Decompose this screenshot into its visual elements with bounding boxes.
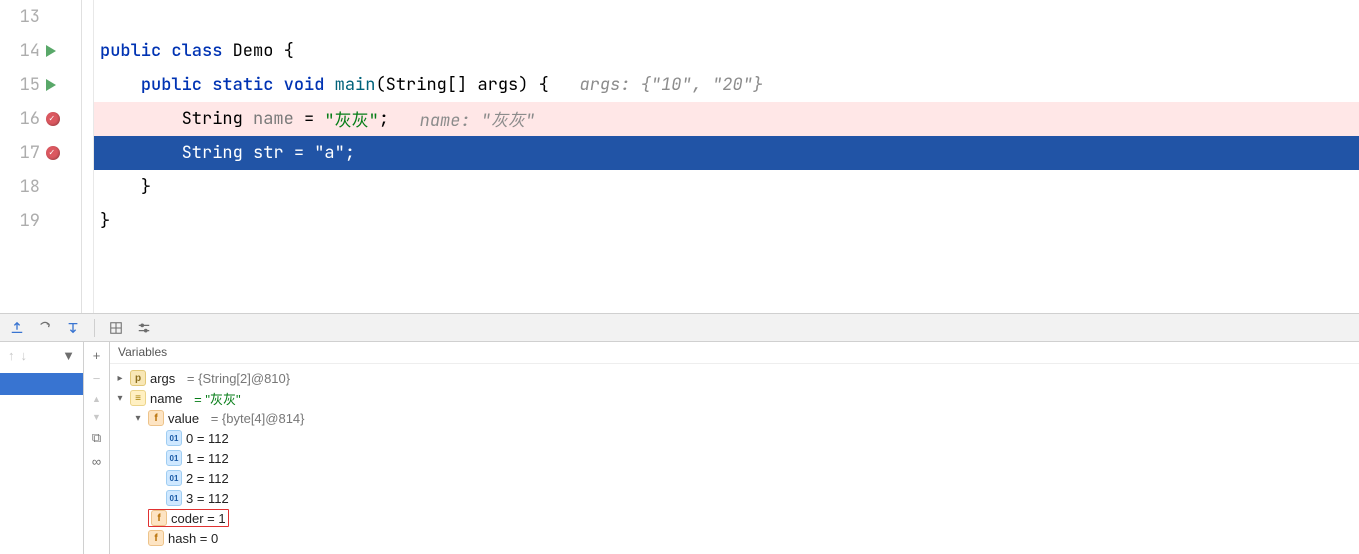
- variables-pane: Variables ▸ p args = {String[2]@810} ▾ ≡…: [110, 342, 1359, 554]
- expander-icon[interactable]: ▾: [132, 413, 144, 424]
- var-name: str: [253, 142, 294, 164]
- byte-var-icon: 01: [166, 430, 182, 446]
- editor-gutter: 13 14 15 16 17 18 19: [0, 0, 82, 313]
- field-var-icon: f: [151, 510, 167, 526]
- glasses-icon[interactable]: ∞: [92, 454, 101, 469]
- op: =: [294, 142, 314, 164]
- frames-column: ↑ ↓ ▼: [0, 342, 84, 554]
- variables-tree[interactable]: ▸ p args = {String[2]@810} ▾ ≡ name = "灰…: [110, 364, 1359, 552]
- variables-header: Variables: [110, 342, 1359, 364]
- debug-toolbar: [0, 314, 1359, 342]
- remove-watch-icon[interactable]: −: [93, 371, 101, 386]
- string-literal: "灰灰": [324, 106, 378, 132]
- var-label: 2 = 112: [186, 471, 229, 486]
- param-name: args: [477, 74, 518, 96]
- expander-icon[interactable]: ▾: [114, 393, 126, 404]
- var-value: = {byte[4]@814}: [211, 411, 305, 426]
- semi: ;: [379, 108, 389, 130]
- keyword: void: [284, 74, 335, 96]
- semi: ;: [345, 142, 355, 164]
- move-up-icon[interactable]: ▲: [92, 394, 101, 404]
- string-var-icon: ≡: [130, 390, 146, 406]
- type: String: [182, 108, 253, 130]
- type: String: [182, 142, 253, 164]
- copy-icon[interactable]: ⧉: [92, 430, 101, 446]
- byte-var-icon: 01: [166, 470, 182, 486]
- frame-next-icon[interactable]: ↓: [21, 348, 28, 363]
- inlay-hint: name: "灰灰": [389, 106, 535, 132]
- var-label: 3 = 112: [186, 491, 229, 506]
- grid-icon[interactable]: [109, 321, 123, 335]
- var-label: 1 = 112: [186, 451, 229, 466]
- new-watch-icon[interactable]: +: [93, 348, 101, 363]
- var-name: name: [150, 391, 183, 406]
- line-number: 15: [4, 74, 40, 96]
- line-number: 19: [4, 210, 40, 232]
- var-name: name: [253, 108, 304, 130]
- expander-icon[interactable]: ▸: [114, 373, 126, 384]
- var-label: coder = 1: [171, 511, 226, 526]
- highlighted-field: f coder = 1: [148, 509, 229, 527]
- keyword: static: [212, 74, 283, 96]
- brace: }: [141, 176, 151, 198]
- debug-panel: ↑ ↓ ▼ + − ▲ ▼ ⧉ ∞ Variables ▸ p args = {…: [0, 342, 1359, 554]
- byte-var-icon: 01: [166, 490, 182, 506]
- settings-icon[interactable]: [137, 321, 151, 335]
- toolbar-separator: [94, 319, 95, 337]
- line-number: 17: [4, 142, 40, 164]
- keyword: public: [100, 40, 171, 62]
- var-name: value: [168, 411, 199, 426]
- byte-var-icon: 01: [166, 450, 182, 466]
- line-number: 13: [4, 6, 40, 28]
- line-number: 14: [4, 40, 40, 62]
- run-gutter-icon[interactable]: [46, 79, 56, 91]
- keyword: class: [171, 40, 232, 62]
- var-label: 0 = 112: [186, 431, 229, 446]
- line-number: 16: [4, 108, 40, 130]
- indent: [100, 108, 182, 130]
- line-number: 18: [4, 176, 40, 198]
- keyword: public: [141, 74, 212, 96]
- param-type: String[]: [386, 74, 478, 96]
- field-var-icon: f: [148, 410, 164, 426]
- var-value: = {String[2]@810}: [187, 371, 290, 386]
- class-name: Demo: [233, 40, 284, 62]
- breakpoint-icon[interactable]: [46, 146, 60, 160]
- step-icon[interactable]: [38, 321, 52, 335]
- op: =: [304, 108, 324, 130]
- move-down-icon[interactable]: ▼: [92, 412, 101, 422]
- restore-layout-icon[interactable]: [10, 321, 24, 335]
- selected-frame[interactable]: [0, 373, 83, 395]
- indent: [100, 74, 141, 96]
- indent: [100, 142, 182, 164]
- frame-prev-icon[interactable]: ↑: [8, 348, 15, 363]
- step-into-icon[interactable]: [66, 321, 80, 335]
- variables-toolbar: + − ▲ ▼ ⧉ ∞: [84, 342, 110, 554]
- run-gutter-icon[interactable]: [46, 45, 56, 57]
- var-name: args: [150, 371, 175, 386]
- breakpoint-icon[interactable]: [46, 112, 60, 126]
- code-area[interactable]: public class Demo { public static void m…: [94, 0, 1359, 313]
- paren: ) {: [518, 74, 549, 96]
- inlay-hint: args: {"10", "20"}: [549, 74, 763, 96]
- code-editor: 13 14 15 16 17 18 19 public class Demo {…: [0, 0, 1359, 314]
- string-literal: "a": [314, 142, 345, 164]
- fold-column[interactable]: [82, 0, 94, 313]
- brace: {: [284, 40, 294, 62]
- filter-icon[interactable]: ▼: [62, 348, 75, 363]
- field-var-icon: f: [148, 530, 164, 546]
- paren: (: [375, 74, 385, 96]
- var-value: = "灰灰": [194, 389, 240, 408]
- brace: }: [100, 210, 110, 232]
- param-var-icon: p: [130, 370, 146, 386]
- var-label: hash = 0: [168, 531, 218, 546]
- method-name: main: [335, 74, 376, 96]
- indent: [100, 176, 141, 198]
